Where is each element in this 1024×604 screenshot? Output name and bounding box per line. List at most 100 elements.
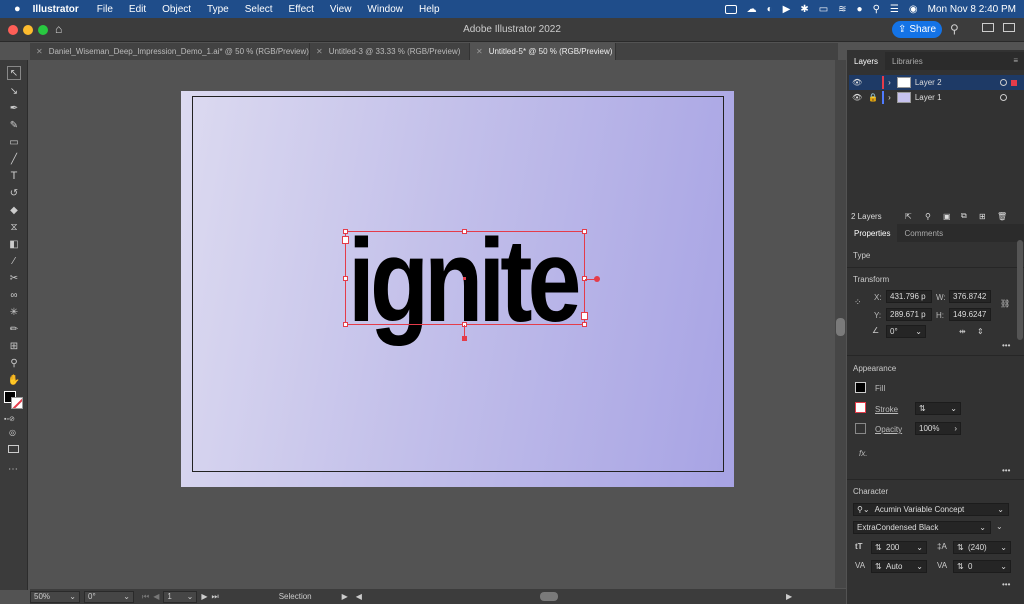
tracking-field[interactable]: ⇅ 0 ⌄ bbox=[953, 560, 1011, 573]
first-artboard-icon[interactable]: ⏮ bbox=[142, 592, 149, 602]
panel-menu-icon[interactable]: ≡ bbox=[1013, 56, 1018, 65]
clipping-mask-icon[interactable]: ▣ bbox=[943, 212, 951, 221]
visibility-eye-icon[interactable]: 👁 bbox=[852, 78, 862, 87]
search-icon[interactable]: ⚲ bbox=[873, 4, 880, 15]
locate-object-icon[interactable]: ⚲ bbox=[925, 212, 931, 221]
delete-layer-icon[interactable]: 🗑 bbox=[997, 212, 1007, 221]
blend-tool-icon[interactable]: ∞ bbox=[7, 288, 21, 302]
control-center-icon[interactable]: ☰ bbox=[890, 4, 899, 15]
clock[interactable]: Mon Nov 8 2:40 PM bbox=[928, 4, 1016, 15]
status-icon[interactable]: ◐ bbox=[767, 4, 773, 15]
siri-icon[interactable]: ◉ bbox=[909, 4, 918, 15]
stepper-icon[interactable]: ⇅ bbox=[957, 562, 964, 571]
app-menu[interactable]: Illustrator bbox=[33, 4, 79, 15]
opacity-label[interactable]: Opacity bbox=[875, 425, 902, 434]
menu-select[interactable]: Select bbox=[245, 4, 273, 15]
handle-bottom-left[interactable] bbox=[343, 322, 348, 327]
close-tab-icon[interactable]: ✕ bbox=[476, 47, 483, 56]
horizontal-scroll-left-icon[interactable]: ◀ bbox=[356, 592, 362, 601]
new-layer-icon[interactable]: ⊞ bbox=[979, 212, 986, 221]
lock-icon[interactable]: 🔒 bbox=[868, 93, 882, 102]
fill-label[interactable]: Fill bbox=[875, 384, 885, 393]
kerning-field[interactable]: ⇅ Auto ⌄ bbox=[871, 560, 927, 573]
selection-indicator[interactable] bbox=[1011, 79, 1017, 86]
scroll-thumb[interactable] bbox=[836, 318, 845, 336]
menu-file[interactable]: File bbox=[97, 4, 113, 15]
stroke-weight-stepper[interactable]: ⇅ ⌄ bbox=[915, 402, 961, 415]
bluetooth-icon[interactable]: ✱ bbox=[800, 4, 808, 15]
screen-mode-icon[interactable] bbox=[8, 445, 19, 453]
battery-icon[interactable]: ▭ bbox=[819, 4, 828, 15]
next-artboard-icon[interactable]: ▶ bbox=[201, 592, 207, 601]
tab-properties[interactable]: Properties bbox=[847, 224, 898, 242]
stroke-swatch-icon[interactable] bbox=[11, 397, 23, 409]
tab-comments[interactable]: Comments bbox=[897, 224, 950, 242]
zoom-tool-icon[interactable]: ⚲ bbox=[7, 356, 21, 370]
text-out-port[interactable] bbox=[581, 312, 588, 320]
menu-object[interactable]: Object bbox=[162, 4, 191, 15]
rotation-field[interactable]: 0° ⌄ bbox=[84, 590, 134, 603]
tab-libraries[interactable]: Libraries bbox=[885, 52, 930, 70]
shaper-handle[interactable] bbox=[462, 336, 467, 341]
handle-middle-left[interactable] bbox=[343, 276, 348, 281]
more-options-icon[interactable]: ••• bbox=[1002, 341, 1010, 350]
workspace-switcher-icon[interactable] bbox=[1003, 23, 1015, 32]
apple-icon[interactable]: ● bbox=[14, 3, 21, 15]
draw-mode-icon[interactable]: ◎ bbox=[9, 428, 16, 437]
expand-chevron-icon[interactable]: › bbox=[888, 93, 891, 102]
user-icon[interactable]: ● bbox=[857, 4, 863, 15]
layer-name[interactable]: Layer 1 bbox=[915, 93, 942, 102]
stroke-swatch[interactable] bbox=[855, 402, 866, 413]
creative-cloud-icon[interactable]: ☁ bbox=[747, 4, 757, 15]
flip-horizontal-icon[interactable]: ⇹ bbox=[959, 327, 966, 336]
target-circle-icon[interactable] bbox=[1000, 94, 1007, 101]
export-icon[interactable]: ⇱ bbox=[905, 212, 912, 221]
close-tab-icon[interactable]: ✕ bbox=[36, 47, 43, 56]
w-field[interactable]: 376.8742 bbox=[949, 290, 991, 303]
horizontal-scroll-right-icon[interactable]: ▶ bbox=[786, 592, 792, 601]
share-button[interactable]: ⇪ Share bbox=[892, 21, 942, 38]
panels-scroll-thumb[interactable] bbox=[1017, 240, 1023, 340]
chevron-down-icon[interactable]: ⌄ bbox=[996, 522, 1003, 531]
h-field[interactable]: 149.6247 bbox=[949, 308, 991, 321]
menu-help[interactable]: Help bbox=[419, 4, 440, 15]
stepper-icon[interactable]: ⇅ bbox=[919, 404, 926, 413]
new-sublayer-icon[interactable]: ⧉ bbox=[961, 211, 967, 221]
artboard-number-field[interactable]: 1 ⌄ bbox=[163, 590, 198, 603]
hand-tool-icon[interactable]: ✋ bbox=[7, 373, 21, 387]
stepper-icon[interactable]: ⇅ bbox=[875, 562, 882, 571]
tab-deep-impression[interactable]: ✕ Daniel_Wiseman_Deep_Impression_Demo_1.… bbox=[30, 43, 310, 60]
search-help-icon[interactable]: ⚲ bbox=[950, 22, 959, 36]
menu-edit[interactable]: Edit bbox=[129, 4, 146, 15]
arrange-documents-icon[interactable] bbox=[982, 23, 994, 32]
layer-name[interactable]: Layer 2 bbox=[915, 78, 942, 87]
horizontal-scroll-thumb[interactable] bbox=[539, 592, 558, 601]
handle-top-right[interactable] bbox=[582, 229, 587, 234]
rectangle-tool-icon[interactable]: ▭ bbox=[7, 135, 21, 149]
constrain-proportions-icon[interactable]: ⛓ bbox=[1000, 299, 1010, 308]
handle-top-center[interactable] bbox=[462, 229, 467, 234]
selection-tool-icon[interactable]: ↖ bbox=[7, 66, 21, 80]
width-tool-icon[interactable]: ⧖ bbox=[7, 220, 21, 234]
font-family-dropdown[interactable]: ⚲⌄ Acumin Variable Concept ⌄ bbox=[853, 503, 1009, 516]
menu-window[interactable]: Window bbox=[367, 4, 403, 15]
eraser-tool-icon[interactable]: ◆ bbox=[7, 203, 21, 217]
pen-tool-icon[interactable]: ✒ bbox=[7, 101, 21, 115]
handle-top-left[interactable] bbox=[343, 229, 348, 234]
curvature-tool-icon[interactable]: ✎ bbox=[7, 118, 21, 132]
leading-field[interactable]: ⇅ (240) ⌄ bbox=[953, 541, 1011, 554]
menu-view[interactable]: View bbox=[330, 4, 352, 15]
status-menu-icon[interactable]: ▶ bbox=[342, 592, 348, 601]
more-options-icon[interactable]: ••• bbox=[1002, 466, 1010, 475]
color-mode-icons[interactable]: ▪▫⊘ bbox=[4, 415, 15, 423]
zoom-level-field[interactable]: 50% ⌄ bbox=[30, 590, 80, 603]
artboard-tool-icon[interactable]: ⊞ bbox=[7, 339, 21, 353]
menu-type[interactable]: Type bbox=[207, 4, 229, 15]
previous-artboard-icon[interactable]: ◀ bbox=[153, 592, 159, 601]
y-field[interactable]: 289.671 p bbox=[886, 308, 932, 321]
type-tool-icon[interactable]: T bbox=[7, 169, 21, 183]
stepper-icon[interactable]: ⇅ bbox=[875, 543, 882, 552]
rotate-tool-icon[interactable]: ↺ bbox=[7, 186, 21, 200]
flip-vertical-icon[interactable]: ⇕ bbox=[977, 327, 984, 336]
shape-builder-tool-icon[interactable]: ✂ bbox=[7, 271, 21, 285]
